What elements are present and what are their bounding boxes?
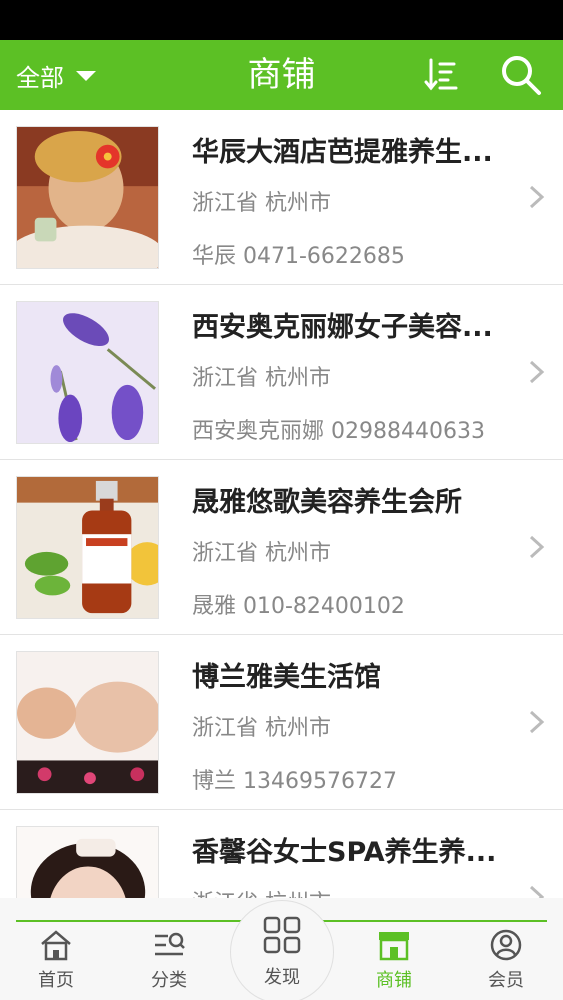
tab-discover-label: 发现: [264, 967, 300, 988]
category-filter-dropdown[interactable]: 全部: [16, 40, 96, 110]
shop-list-item[interactable]: 博兰雅美生活馆 浙江省 杭州市 博兰 13469576727: [0, 635, 563, 810]
bottom-tab-bar: 首页 分类 发现 商铺 会员: [0, 898, 563, 1000]
tab-member[interactable]: 会员: [466, 928, 546, 1000]
shop-list[interactable]: 华辰大酒店芭提雅养生... 浙江省 杭州市 华辰 0471-6622685 西安…: [0, 110, 563, 898]
shop-list-item[interactable]: 西安奥克丽娜女子美容... 浙江省 杭州市 西安奥克丽娜 02988440633: [0, 285, 563, 460]
tab-shop[interactable]: 商铺: [354, 928, 434, 1000]
tab-category-label: 分类: [151, 970, 187, 991]
app-bar: 全部 商铺: [0, 40, 563, 110]
shop-name: 西安奥克丽娜女子美容...: [192, 312, 493, 343]
sort-button[interactable]: [424, 56, 460, 94]
filter-label: 全部: [16, 63, 64, 92]
chevron-right-icon: [529, 885, 545, 898]
shop-name: 香馨谷女士SPA养生养...: [192, 837, 497, 868]
shop-name: 博兰雅美生活馆: [192, 662, 381, 693]
shop-location: 浙江省 杭州市: [192, 191, 331, 216]
shop-list-item[interactable]: 华辰大酒店芭提雅养生... 浙江省 杭州市 华辰 0471-6622685: [0, 110, 563, 285]
shop-contact: 博兰 13469576727: [192, 769, 397, 794]
spa-woman-flower-image: [16, 126, 159, 269]
shop-list-item[interactable]: 香馨谷女士SPA养生养... 浙江省 杭州市: [0, 810, 563, 898]
home-icon: [41, 930, 71, 961]
chevron-right-icon: [529, 185, 545, 209]
shop-location: 浙江省 杭州市: [192, 366, 331, 391]
search-icon: [502, 56, 541, 95]
shop-location: 浙江省 杭州市: [192, 541, 331, 566]
shop-contact: 西安奥克丽娜 02988440633: [192, 419, 485, 444]
tab-member-label: 会员: [488, 970, 524, 991]
tab-shop-label: 商铺: [376, 970, 412, 991]
tab-discover[interactable]: 发现: [230, 900, 334, 1000]
tab-home[interactable]: 首页: [16, 928, 96, 1000]
shop-location: 浙江省 杭州市: [192, 716, 331, 741]
shop-name: 晟雅悠歌美容养生会所: [192, 487, 462, 518]
caret-down-icon: [76, 71, 96, 81]
category-list-icon: [155, 932, 185, 956]
storefront-icon: [379, 932, 409, 961]
shop-name: 华辰大酒店芭提雅养生...: [192, 137, 493, 168]
essential-oil-bottle-image: [16, 476, 159, 619]
facial-massage-image: [16, 651, 159, 794]
shop-location: 浙江省 杭州市: [192, 885, 331, 898]
spa-face-image: [16, 826, 159, 898]
chevron-right-icon: [529, 360, 545, 384]
chevron-right-icon: [529, 535, 545, 559]
chevron-right-icon: [529, 710, 545, 734]
shop-contact: 晟雅 010-82400102: [192, 594, 405, 619]
grid-icon: [263, 916, 301, 954]
search-button[interactable]: [498, 52, 544, 98]
tab-home-label: 首页: [38, 970, 74, 991]
sort-icon: [424, 58, 458, 91]
shop-contact: 华辰 0471-6622685: [192, 244, 405, 269]
status-bar: [0, 0, 563, 40]
shop-list-item[interactable]: 晟雅悠歌美容养生会所 浙江省 杭州市 晟雅 010-82400102: [0, 460, 563, 635]
user-profile-icon: [490, 929, 522, 961]
tab-category[interactable]: 分类: [129, 928, 209, 1000]
lavender-image: [16, 301, 159, 444]
